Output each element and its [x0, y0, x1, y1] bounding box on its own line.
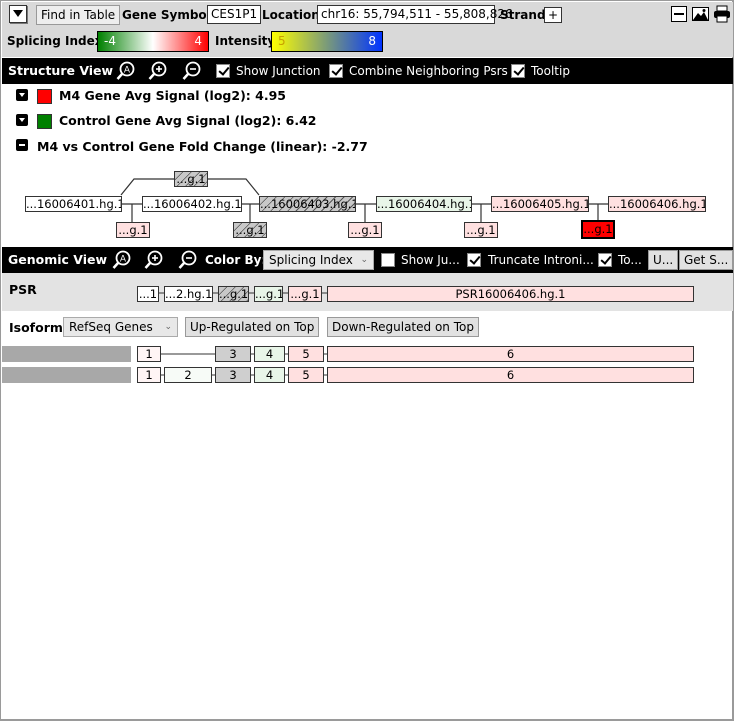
gene-view-panel: Find in Table Gene Symbol CES1P1 Locatio…	[0, 0, 734, 721]
find-in-table-button[interactable]: Find in Table	[36, 5, 121, 25]
psr-block-5[interactable]: ...g.1	[288, 286, 322, 302]
splicing-min: -4	[104, 34, 116, 48]
genomic-view-title: Genomic View	[8, 252, 108, 267]
splicing-max: 4	[194, 34, 202, 48]
psr-block-4[interactable]: ...g.1	[254, 286, 283, 302]
isoform-source-value: RefSeq Genes	[69, 320, 153, 334]
isoform-1-exon-5[interactable]: 5	[288, 346, 324, 362]
strand-label: Strand	[500, 8, 546, 22]
truncate-intronic-label: Truncate Introni...	[488, 253, 594, 267]
control-color-swatch	[37, 114, 52, 129]
intensity-max: 8	[368, 34, 376, 48]
color-by-select[interactable]: Splicing Index ⌄	[263, 250, 374, 270]
m4-color-swatch	[37, 89, 52, 104]
isoform-2-exon-1[interactable]: 1	[137, 367, 161, 383]
intensity-label: Intensity	[215, 34, 276, 48]
isoform-source-select[interactable]: RefSeq Genes ⌄	[63, 317, 178, 337]
junction-node-4[interactable]: ...g.1	[464, 222, 498, 238]
gene-symbol-label: Gene Symbol	[122, 8, 211, 22]
isoform-2-exon-2[interactable]: 2	[164, 367, 212, 383]
expand-control-toggle[interactable]	[16, 114, 28, 126]
combine-psrs-label: Combine Neighboring Psrs	[349, 64, 508, 78]
color-by-label: Color By:	[205, 253, 267, 267]
psr-node-3[interactable]: ...16006403.hg.1	[259, 196, 356, 212]
psr-node-5[interactable]: ...16006405.hg.1	[491, 196, 589, 212]
psr-node-4[interactable]: ...16006404.hg.1	[376, 196, 472, 212]
u-button[interactable]: U...	[648, 250, 679, 270]
control-avg-signal: Control Gene Avg Signal (log2): 6.42	[59, 113, 317, 128]
m4-avg-signal: M4 Gene Avg Signal (log2): 4.95	[59, 88, 286, 103]
combine-psrs-checkbox[interactable]	[329, 64, 343, 78]
print-icon[interactable]	[713, 5, 731, 23]
show-junction-label: Show Ju...	[401, 253, 460, 267]
isoform-2-exon-3[interactable]: 3	[215, 367, 251, 383]
to-checkbox[interactable]	[598, 253, 612, 267]
zoom-auto-icon[interactable]: A	[116, 61, 136, 81]
svg-text:A: A	[124, 66, 131, 76]
skip-junction-node[interactable]: ...g.1	[174, 171, 208, 187]
psr-block-2[interactable]: ...2.hg.1	[164, 286, 213, 302]
location-label: Location	[262, 8, 320, 22]
strand-field[interactable]: +	[544, 7, 563, 23]
color-by-value: Splicing Index	[269, 253, 353, 267]
isoform-row-2-label[interactable]	[2, 367, 131, 383]
expand-m4-toggle[interactable]	[16, 89, 28, 101]
zoom-out-icon[interactable]	[178, 250, 198, 270]
intensity-scale: 5 8	[271, 31, 383, 52]
junction-node-2[interactable]: ...g.1	[233, 222, 267, 238]
get-s-button[interactable]: Get S...	[679, 250, 734, 270]
truncate-intronic-checkbox[interactable]	[467, 253, 481, 267]
zoom-auto-icon[interactable]: A	[112, 250, 132, 270]
splicing-index-label: Splicing Index	[7, 34, 103, 48]
chevron-down-icon: ⌄	[360, 255, 368, 265]
fold-change: M4 vs Control Gene Fold Change (linear):…	[37, 139, 368, 154]
psr-label: PSR	[9, 282, 37, 297]
gene-symbol-field[interactable]: CES1P1	[207, 5, 262, 24]
to-label: To...	[618, 253, 642, 267]
psr-node-1[interactable]: ...16006401.hg.1	[25, 196, 122, 212]
isoform-1-exon-3[interactable]: 3	[215, 346, 251, 362]
minimize-icon[interactable]	[671, 6, 687, 22]
structure-view-toolbar: Structure View A Show Junction Combine N…	[2, 58, 733, 84]
zoom-in-icon[interactable]	[148, 61, 168, 81]
isoform-2-exon-4[interactable]: 4	[254, 367, 285, 383]
isoform-1-exon-1[interactable]: 1	[137, 346, 161, 362]
top-toolbar: Find in Table Gene Symbol CES1P1 Locatio…	[2, 2, 733, 57]
splicing-index-scale: -4 4	[97, 31, 209, 52]
zoom-in-icon[interactable]	[144, 250, 164, 270]
junction-node-3[interactable]: ...g.1	[348, 222, 382, 238]
isoform-label: Isoform	[9, 320, 63, 335]
svg-text:A: A	[120, 255, 127, 265]
junction-node-1[interactable]: ...g.1	[116, 222, 150, 238]
chevron-down-icon: ⌄	[164, 322, 172, 332]
isoform-row-1-label[interactable]	[2, 346, 131, 362]
up-regulated-on-top-button[interactable]: Up-Regulated on Top	[185, 317, 320, 337]
psr-node-2[interactable]: ...16006402.hg.1	[142, 196, 242, 212]
psr-block-1[interactable]: ...1	[137, 286, 159, 302]
isoform-1-exon-6[interactable]: 6	[327, 346, 694, 362]
junction-node-5[interactable]: ...g.1	[581, 220, 615, 239]
image-export-icon[interactable]	[692, 6, 709, 22]
psr-node-6[interactable]: ...16006406.hg.1	[608, 196, 706, 212]
psr-block-3[interactable]: ...g.1	[218, 286, 249, 302]
intensity-min: 5	[278, 34, 286, 48]
tooltip-label: Tooltip	[531, 64, 570, 78]
zoom-out-icon[interactable]	[182, 61, 202, 81]
structure-view-title: Structure View	[8, 63, 114, 78]
genomic-view-toolbar: Genomic View A Color By: Splicing Index …	[2, 247, 734, 273]
tooltip-checkbox[interactable]	[511, 64, 525, 78]
down-regulated-on-top-button[interactable]: Down-Regulated on Top	[327, 317, 479, 337]
psr-block-6[interactable]: PSR16006406.hg.1	[327, 286, 694, 302]
collapse-menu-button[interactable]	[9, 5, 27, 23]
isoform-1-exon-4[interactable]: 4	[254, 346, 285, 362]
isoform-2-exon-5[interactable]: 5	[288, 367, 324, 383]
location-field[interactable]: chr16: 55,794,511 - 55,808,826	[317, 5, 513, 24]
show-junction-checkbox[interactable]	[381, 253, 395, 267]
show-junction-label: Show Junction	[236, 64, 321, 78]
collapse-fold-change-toggle[interactable]	[16, 139, 28, 151]
show-junction-checkbox[interactable]	[216, 64, 230, 78]
isoform-2-exon-6[interactable]: 6	[327, 367, 694, 383]
